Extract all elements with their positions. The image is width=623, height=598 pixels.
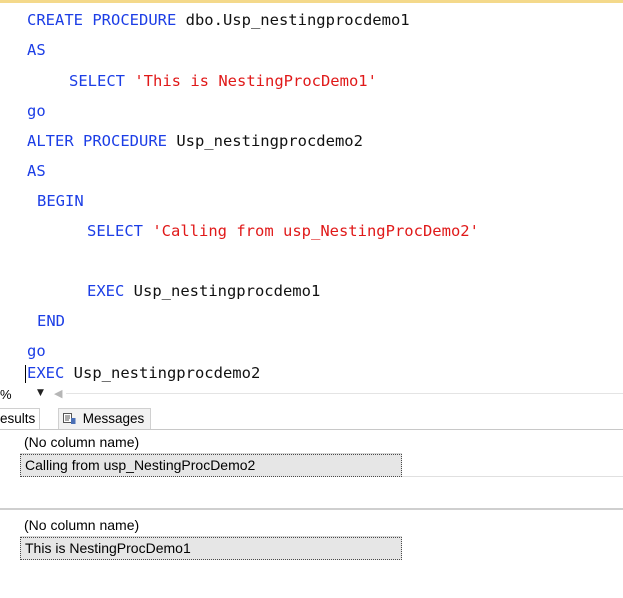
table-cell[interactable]: This is NestingProcDemo1 — [20, 537, 402, 560]
results-pane: (No column name) Calling from usp_Nestin… — [0, 430, 623, 598]
code-token: 'This is NestingProcDemo1' — [134, 72, 377, 90]
code-token: 'Calling from usp_NestingProcDemo2' — [152, 222, 479, 240]
code-line-11: END — [27, 306, 65, 336]
code-line-5: ALTER PROCEDURE Usp_nestingprocdemo2 — [27, 126, 363, 156]
grid-divider — [402, 476, 623, 477]
chevron-down-icon[interactable]: ▼ — [37, 388, 44, 398]
table-cell[interactable]: Calling from usp_NestingProcDemo2 — [20, 454, 402, 477]
column-header[interactable]: (No column name) — [20, 515, 402, 537]
zoom-strip: % ▼ ◀ — [0, 383, 623, 407]
result-grid-2: (No column name) This is NestingProcDemo… — [20, 515, 402, 560]
code-token: Usp_nestingprocdemo2 — [64, 364, 261, 382]
code-line-10: EXEC Usp_nestingprocdemo1 — [27, 276, 320, 306]
code-token: SELECT — [69, 72, 125, 90]
code-token: SELECT — [87, 222, 143, 240]
code-token: CREATE PROCEDURE — [27, 11, 177, 29]
code-line-8: SELECT 'Calling from usp_NestingProcDemo… — [27, 216, 479, 246]
code-token: EXEC — [27, 364, 65, 382]
code-token: END — [37, 312, 65, 330]
horizontal-scrollbar[interactable] — [66, 393, 623, 394]
code-token: ALTER PROCEDURE — [27, 132, 167, 150]
code-token: AS — [27, 162, 46, 180]
code-token: dbo.Usp_nestingprocdemo1 — [176, 11, 410, 29]
code-line-2: AS — [27, 35, 46, 65]
code-line-13: EXEC Usp_nestingprocdemo2 — [27, 358, 260, 383]
code-line-7: BEGIN — [27, 186, 84, 216]
code-line-1: CREATE PROCEDURE dbo.Usp_nestingprocdemo… — [27, 5, 410, 35]
result-grid-1: (No column name) Calling from usp_Nestin… — [20, 432, 402, 477]
code-token: AS — [27, 41, 46, 59]
tab-results[interactable]: esults — [0, 408, 41, 429]
tab-messages[interactable]: Messages — [58, 408, 152, 431]
code-token: Usp_nestingprocdemo1 — [124, 282, 321, 300]
zoom-level[interactable]: % — [0, 387, 12, 402]
scroll-left-icon[interactable]: ◀ — [54, 387, 62, 400]
results-tabs: esults Messages — [0, 407, 623, 429]
query-editor[interactable]: CREATE PROCEDURE dbo.Usp_nestingprocdemo… — [0, 3, 623, 383]
column-header[interactable]: (No column name) — [20, 432, 402, 454]
text-caret — [25, 365, 26, 383]
messages-icon — [63, 411, 76, 431]
code-token: go — [27, 102, 46, 120]
code-token: EXEC — [87, 282, 125, 300]
code-token: Usp_nestingprocdemo2 — [166, 132, 363, 150]
grid-splitter[interactable] — [0, 508, 623, 510]
tab-messages-label: Messages — [82, 411, 145, 426]
code-token: BEGIN — [37, 192, 84, 210]
code-line-3: SELECT 'This is NestingProcDemo1' — [27, 66, 377, 96]
code-line-6: AS — [27, 156, 46, 186]
code-line-4: go — [27, 96, 46, 126]
tab-results-label: esults — [0, 411, 36, 426]
